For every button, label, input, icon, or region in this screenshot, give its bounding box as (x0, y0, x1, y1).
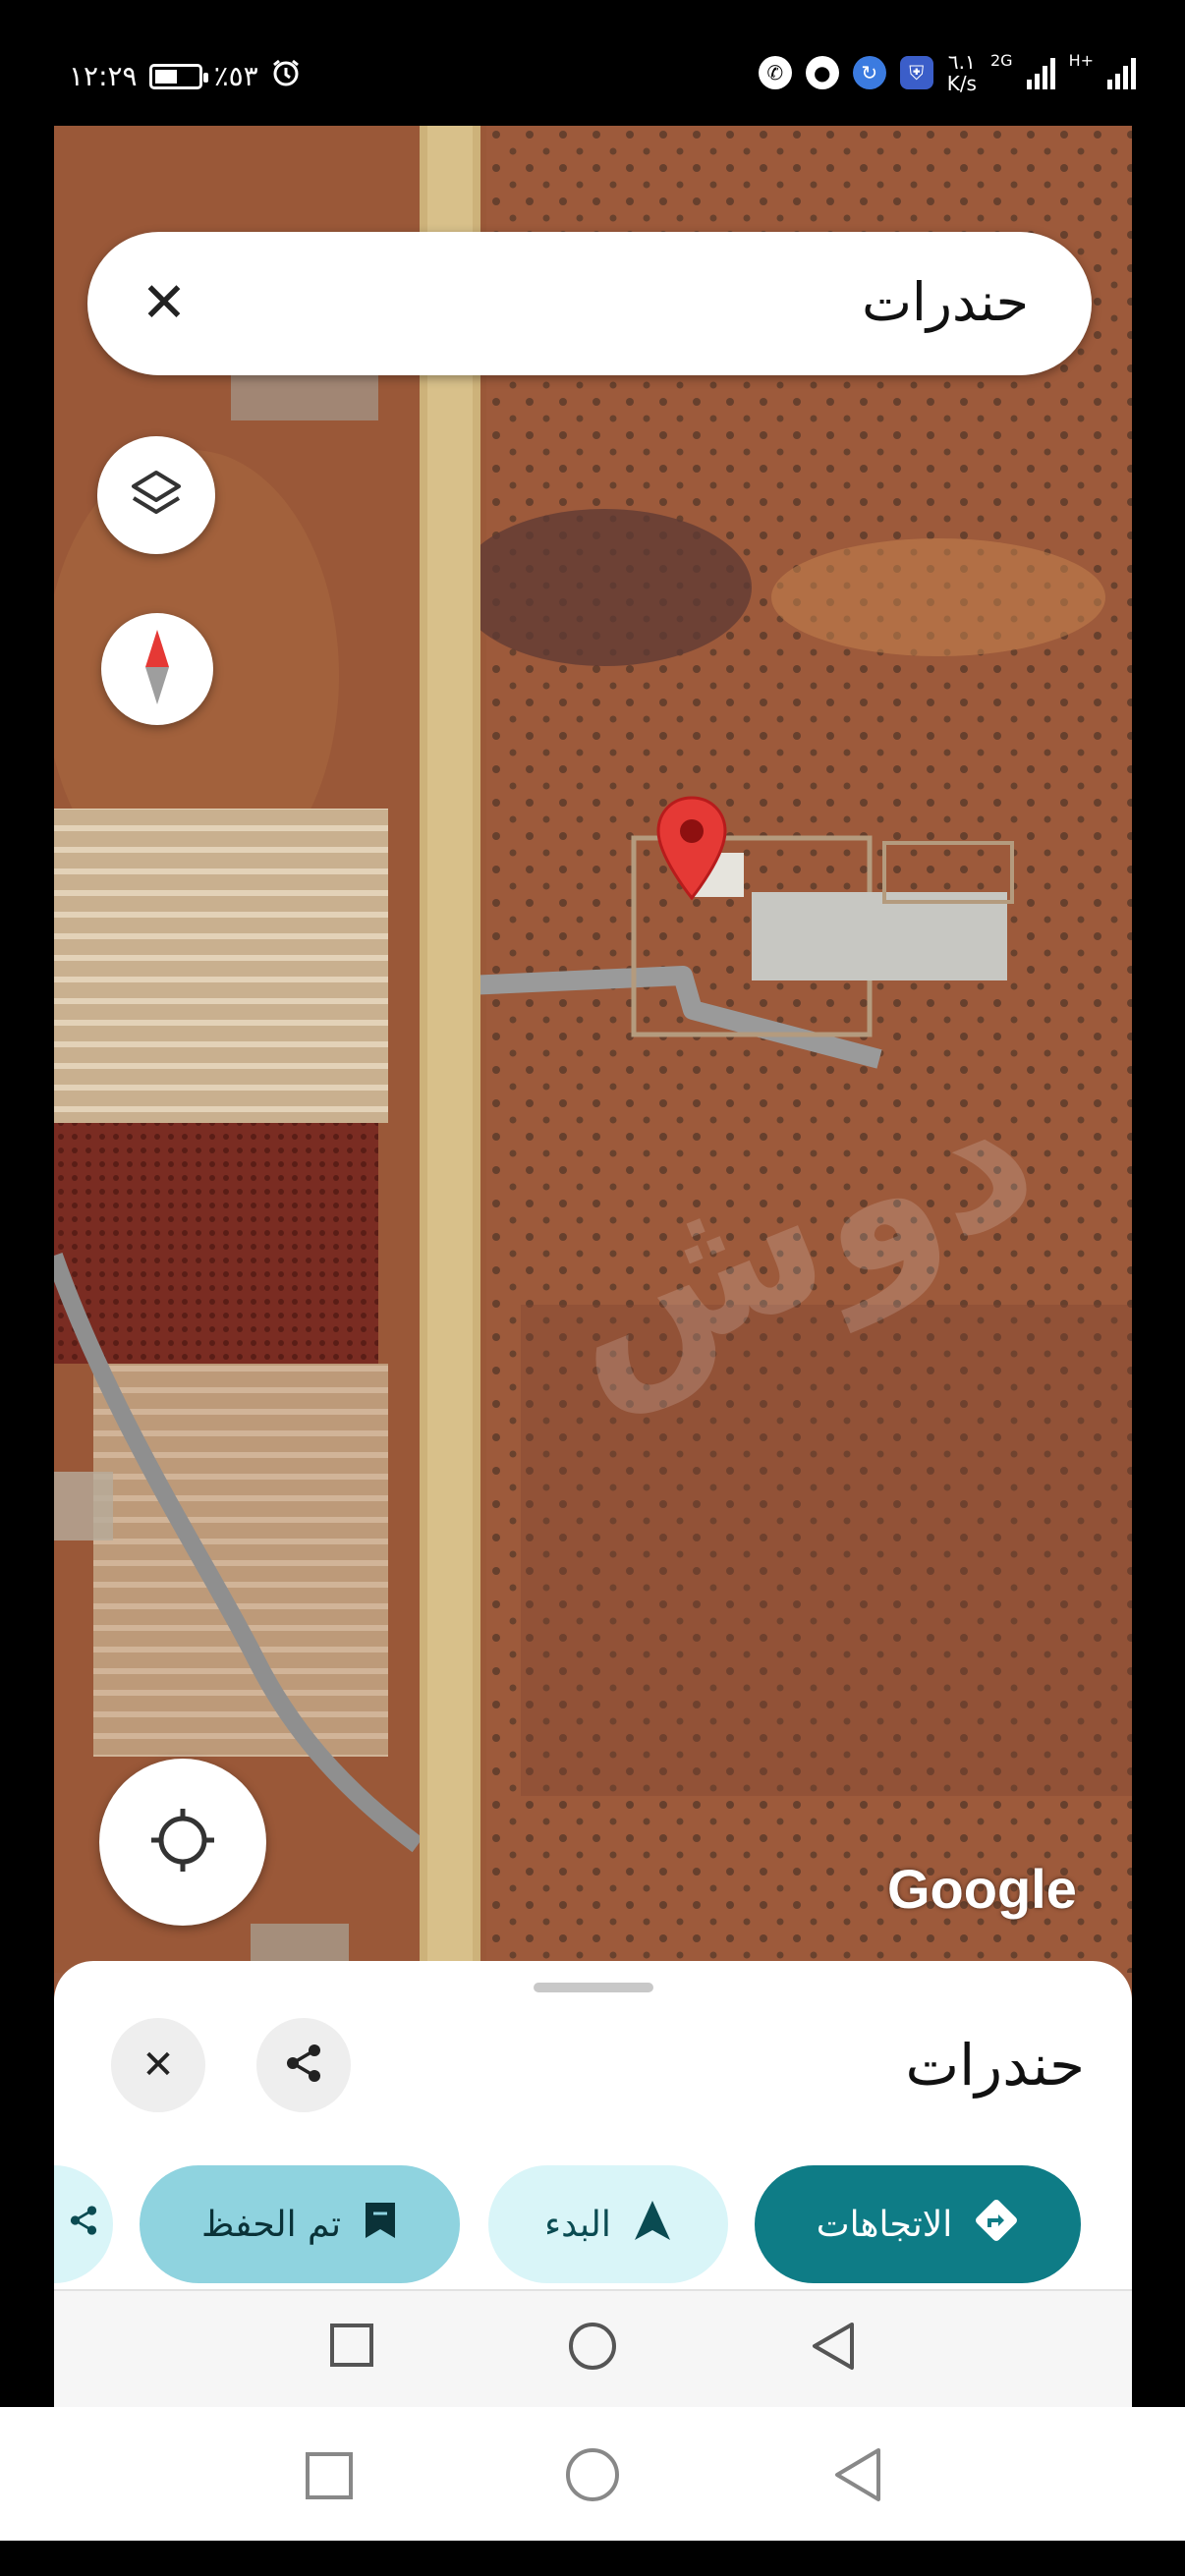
alarm-icon (270, 57, 302, 95)
inner-navigation-bar (54, 2289, 1132, 2407)
status-bar: ١٢:٢٩ ٪٥٣ ✆ ● ↻ ⛨ ٦.١ K/s 2G H+ (0, 0, 1185, 126)
maps-screen: دوش حندرات ✕ Google حندرات ✕ الاتجاهات ا… (54, 126, 1132, 2407)
network-type-1: 2G (989, 51, 1013, 70)
home-icon[interactable] (567, 2321, 618, 2372)
clock: ١٢:٢٩ (69, 60, 138, 92)
recents-icon[interactable] (305, 2451, 354, 2500)
share-button[interactable] (256, 2018, 351, 2112)
signal-icon-2 (1107, 56, 1136, 89)
directions-label: الاتجاهات (816, 2204, 953, 2245)
chat-bubble-icon: ● (805, 56, 839, 89)
start-label: البدء (544, 2204, 611, 2245)
saved-label: تم الحفظ (200, 2204, 341, 2245)
layers-button[interactable] (97, 436, 215, 554)
battery-icon (148, 63, 208, 89)
share-icon (67, 2204, 100, 2246)
share-chip[interactable] (54, 2165, 113, 2283)
close-icon: ✕ (141, 2043, 175, 2088)
network-speed-unit: K/s (946, 72, 977, 95)
bottom-bezel (0, 2541, 1185, 2576)
status-right: ✆ ● ↻ ⛨ ٦.١ K/s 2G H+ (758, 51, 1136, 94)
compass-button[interactable] (101, 613, 213, 725)
back-icon[interactable] (809, 2321, 856, 2372)
close-sheet-button[interactable]: ✕ (111, 2018, 205, 2112)
battery-fill (154, 69, 177, 84)
sync-icon: ↻ (852, 56, 886, 89)
compass-icon (138, 628, 177, 710)
network-speed: ٦.١ K/s (947, 51, 977, 94)
search-bar[interactable]: حندرات ✕ (87, 232, 1092, 375)
share-icon (282, 2042, 325, 2089)
battery-percent: ٪٥٣ (213, 60, 258, 92)
place-title: حندرات (905, 2032, 1085, 2099)
layers-icon (128, 465, 185, 526)
map-pin-icon[interactable] (654, 794, 729, 904)
my-location-icon (147, 1805, 218, 1879)
navigation-arrow-icon (633, 2199, 672, 2251)
network-speed-value: ٦.١ (947, 50, 976, 74)
home-icon[interactable] (564, 2446, 621, 2503)
whatsapp-icon: ✆ (758, 56, 792, 89)
directions-icon (974, 2198, 1019, 2252)
network-type-2: H+ (1068, 51, 1094, 70)
close-icon[interactable]: ✕ (127, 265, 201, 340)
recents-icon[interactable] (329, 2323, 374, 2368)
shield-icon: ⛨ (899, 56, 933, 89)
back-icon[interactable] (831, 2446, 882, 2503)
sheet-drag-handle[interactable] (534, 1983, 653, 1992)
signal-icon-1 (1026, 56, 1055, 89)
saved-button[interactable]: تم الحفظ (140, 2165, 460, 2283)
google-attribution: Google (887, 1858, 1077, 1920)
status-left: ١٢:٢٩ ٪٥٣ (69, 57, 302, 95)
my-location-button[interactable] (99, 1759, 266, 1926)
directions-button[interactable]: الاتجاهات (755, 2165, 1081, 2283)
device-navigation-bar (0, 2407, 1185, 2541)
start-button[interactable]: البدء (488, 2165, 728, 2283)
search-query[interactable]: حندرات (862, 271, 1029, 333)
bookmark-icon (363, 2200, 398, 2250)
